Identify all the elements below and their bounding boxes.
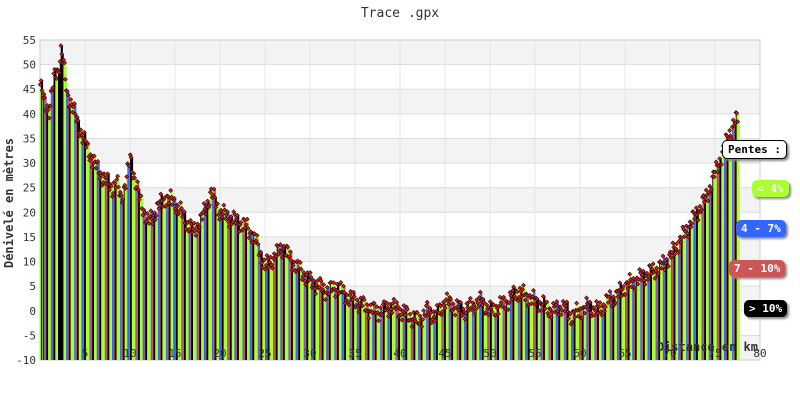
- x-tick-label: 50: [483, 347, 496, 360]
- chart-title: Trace .gpx: [361, 6, 439, 21]
- y-tick-label: 30: [23, 157, 36, 170]
- y-tick-label: 25: [23, 182, 36, 195]
- y-tick-label: 15: [23, 231, 36, 244]
- x-tick-label: 10: [123, 347, 136, 360]
- legend-item-lt-4: < 4%: [752, 180, 789, 197]
- x-tick-label: 45: [438, 347, 451, 360]
- legend-item-4-7: 4 - 7%: [736, 220, 786, 237]
- x-tick-label: 55: [528, 347, 541, 360]
- y-tick-label: -10: [16, 354, 36, 367]
- y-tick-label: 50: [23, 59, 36, 72]
- x-tick-label: 20: [213, 347, 226, 360]
- x-tick-label: 5: [82, 347, 89, 360]
- x-tick-label: 65: [618, 347, 631, 360]
- y-tick-label: 10: [23, 256, 36, 269]
- y-tick-label: 45: [23, 83, 36, 96]
- x-tick-label: 40: [393, 347, 406, 360]
- y-tick-label: 0: [29, 305, 36, 318]
- x-tick-label: 60: [573, 347, 586, 360]
- y-tick-label: 55: [23, 34, 36, 47]
- elevation-chart: -10-505101520253035404550555 10 15 20 25 30 35…: [2, 6, 767, 367]
- x-axis-label: Distance en km: [657, 340, 758, 354]
- x-tick-label: 15: [168, 347, 181, 360]
- x-tick-label: 25: [258, 347, 271, 360]
- y-tick-label: 35: [23, 132, 36, 145]
- y-tick-label: 40: [23, 108, 36, 121]
- chart-stage: -10 -5 0 5 10 15 20 25 30 35 40 45 50 55 5 10 15 20 25 30 35…: [0, 0, 800, 400]
- y-tick-label: 5: [29, 280, 36, 293]
- y-axis-label: Dénivelé en mètres: [2, 138, 16, 268]
- x-tick-label: 35: [348, 347, 361, 360]
- legend-item-gt-10: > 10%: [744, 300, 788, 317]
- legend-title: Pentes :: [722, 140, 787, 159]
- x-tick-label: 30: [303, 347, 316, 360]
- y-tick-label: -5: [23, 329, 36, 342]
- y-tick-label: 20: [23, 206, 36, 219]
- legend-item-7-10: 7 - 10%: [729, 260, 786, 277]
